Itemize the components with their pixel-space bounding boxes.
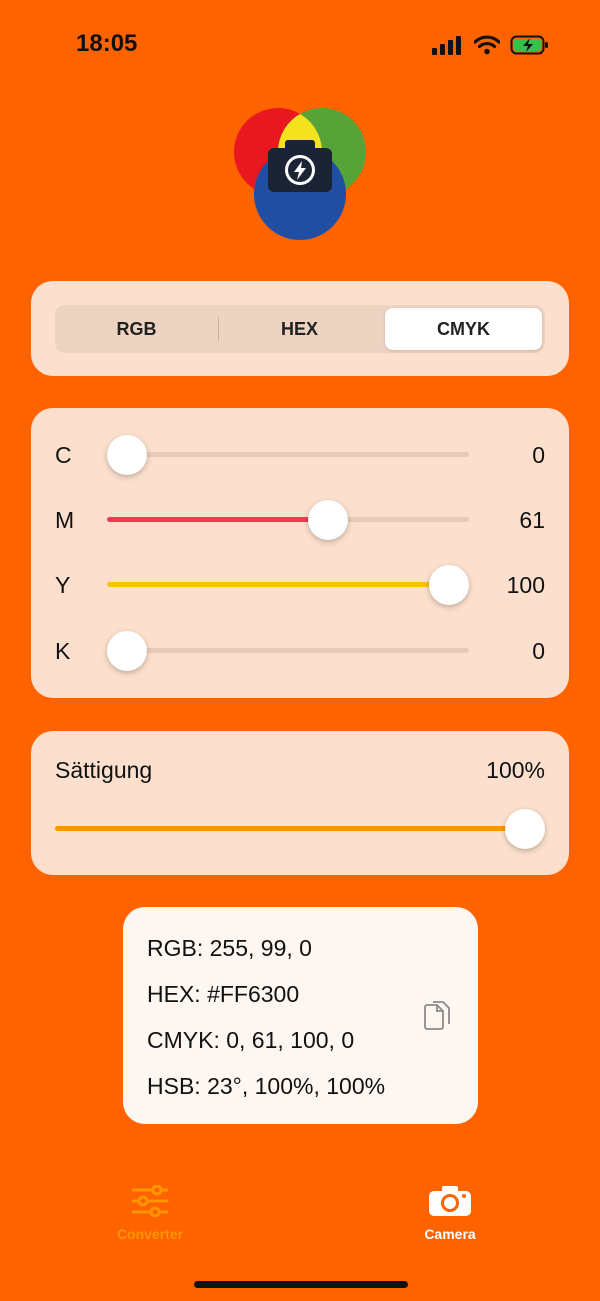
slider-row-c: C 0 xyxy=(31,428,569,484)
slider-value-m: 61 xyxy=(519,507,545,533)
saturation-slider-thumb[interactable] xyxy=(505,809,545,849)
slider-thumb-m[interactable] xyxy=(307,500,348,540)
status-icons xyxy=(432,34,550,56)
saturation-slider-fill xyxy=(55,826,545,831)
segment-cmyk[interactable]: CMYK xyxy=(385,308,542,350)
home-indicator xyxy=(194,1281,408,1288)
mode-selector-card: RGB HEX CMYK xyxy=(31,281,569,376)
slider-label-k: K xyxy=(55,638,71,664)
slider-thumb-c[interactable] xyxy=(107,435,147,475)
result-rgb: RGB: 255, 99, 0 xyxy=(147,935,312,961)
copy-icon[interactable] xyxy=(424,999,452,1035)
slider-track-c[interactable] xyxy=(107,435,469,475)
slider-label-m: M xyxy=(55,507,75,533)
tab-converter-label: Converter xyxy=(116,1226,184,1242)
slider-thumb-k[interactable] xyxy=(107,631,147,671)
slider-track-k[interactable] xyxy=(107,631,469,671)
cmyk-sliders-card: C 0 M 61 Y 100 K 0 xyxy=(31,408,569,698)
segment-hex[interactable]: HEX xyxy=(218,305,381,353)
saturation-label: Sättigung xyxy=(55,757,153,783)
color-result-box: RGB: 255, 99, 0 HEX: #FF6300 CMYK: 0, 61… xyxy=(123,907,478,1124)
battery-charging-icon xyxy=(510,35,548,55)
slider-label-y: Y xyxy=(55,572,71,598)
slider-value-k: 0 xyxy=(532,638,545,664)
slider-fill-y xyxy=(107,582,469,587)
slider-thumb-y[interactable] xyxy=(429,565,469,605)
slider-track-m[interactable] xyxy=(107,500,469,540)
wifi-icon xyxy=(474,35,500,55)
tab-camera[interactable]: Camera xyxy=(370,1185,530,1242)
status-time: 18:05 xyxy=(76,30,138,57)
tab-converter[interactable]: Converter xyxy=(70,1184,230,1242)
cellular-signal-icon xyxy=(432,36,461,55)
sliders-icon xyxy=(131,1184,169,1218)
slider-value-y: 100 xyxy=(506,572,545,598)
segment-rgb[interactable]: RGB xyxy=(55,305,218,353)
result-hsb: HSB: 23°, 100%, 100% xyxy=(147,1073,386,1099)
app-logo-icon xyxy=(234,108,366,240)
mode-segmented-control[interactable]: RGB HEX CMYK xyxy=(55,305,545,353)
saturation-card: Sättigung 100% xyxy=(31,731,569,875)
slider-value-c: 0 xyxy=(532,442,545,468)
camera-icon xyxy=(429,1186,471,1216)
slider-label-c: C xyxy=(55,442,72,468)
saturation-slider-track[interactable] xyxy=(55,809,545,849)
slider-row-y: Y 100 xyxy=(31,558,569,614)
result-hex: HEX: #FF6300 xyxy=(147,981,300,1007)
result-cmyk: CMYK: 0, 61, 100, 0 xyxy=(147,1027,355,1053)
slider-track-y[interactable] xyxy=(107,565,469,605)
slider-fill-m xyxy=(107,517,328,522)
slider-row-m: M 61 xyxy=(31,493,569,549)
saturation-value: 100% xyxy=(486,757,545,783)
slider-row-k: K 0 xyxy=(31,624,569,680)
tab-camera-label: Camera xyxy=(424,1226,476,1242)
